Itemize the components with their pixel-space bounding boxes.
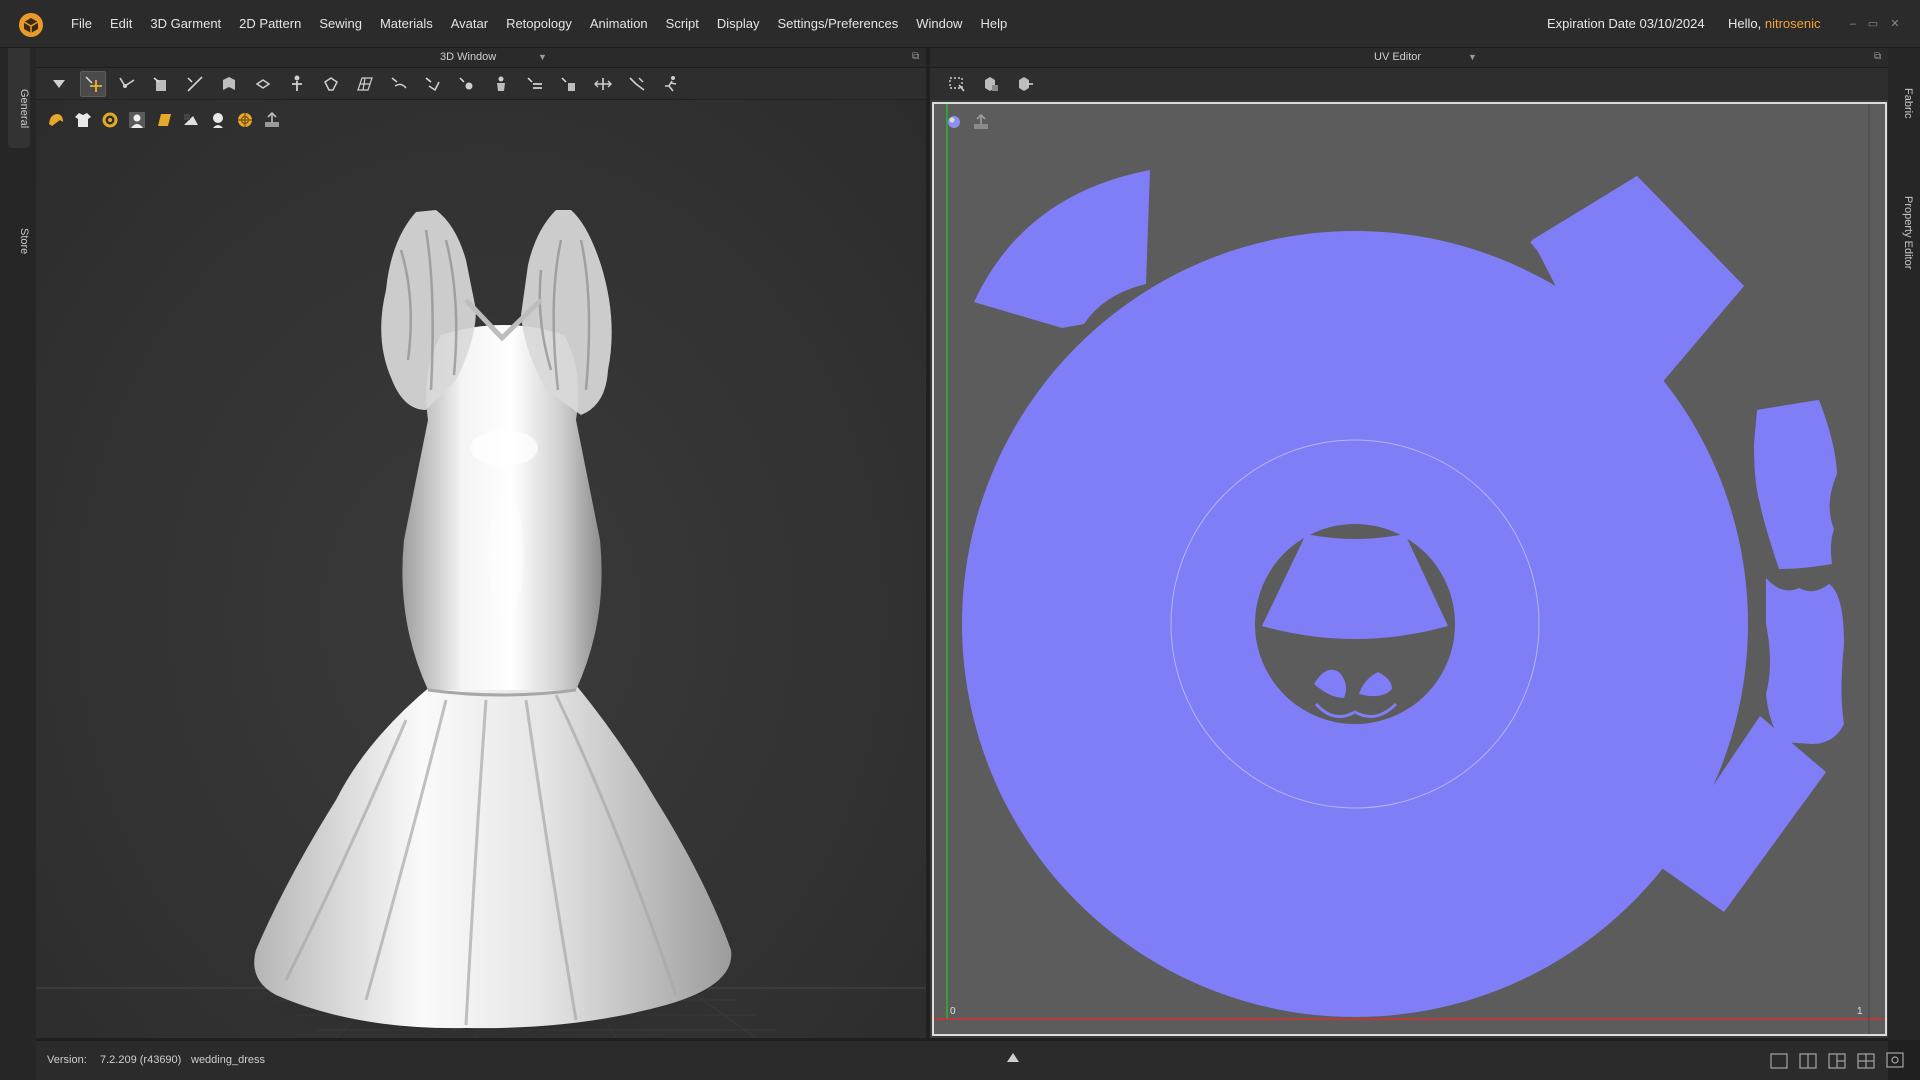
version-label: Version: [47,1054,87,1066]
minimize-button[interactable]: – [1846,18,1860,30]
3d-window-popout-icon[interactable]: ⧉ [912,51,919,62]
fold-arrange-icon[interactable] [590,71,616,97]
menu-3d-garment[interactable]: 3D Garment [141,0,230,48]
avatar-measure-icon[interactable] [284,71,310,97]
uv-editor-popout-icon[interactable]: ⧉ [1874,51,1881,62]
button-icon[interactable] [454,71,480,97]
uv-arrange-icon[interactable] [1012,71,1038,97]
screenshot-icon[interactable] [1886,1052,1904,1068]
menu-settings[interactable]: Settings/Preferences [769,0,908,48]
uv-axis-end-label: 1 [1857,1006,1863,1017]
expand-up-icon[interactable] [1006,1051,1020,1063]
status-bar: Version: 7.2.209 (r43690) wedding_dress [36,1040,1888,1080]
strap-icon[interactable] [624,71,650,97]
select-mesh-icon[interactable] [46,71,72,97]
topstitch-icon[interactable] [488,71,514,97]
app-logo-icon[interactable] [18,12,44,38]
menu-materials[interactable]: Materials [371,0,442,48]
uv-toolbar [930,68,1888,100]
close-button[interactable]: ✕ [1888,18,1902,30]
greeting-prefix: Hello, [1728,16,1765,31]
layout-quad-icon[interactable] [1857,1053,1875,1069]
uv-select-icon[interactable] [944,71,970,97]
puckering-icon[interactable] [522,71,548,97]
pin-icon[interactable] [250,71,276,97]
select-move-icon[interactable] [80,70,106,97]
left-tab-strip: General Store [0,48,36,1080]
menu-display[interactable]: Display [708,0,769,48]
uv-bodice-front [1766,578,1844,744]
fitting-icon[interactable] [318,71,344,97]
right-tab-strip: Fabric Property Editor [1888,48,1920,1040]
trim-icon[interactable] [556,71,582,97]
user-greeting: Hello, nitrosenic [1728,0,1821,48]
expiration-date: Expiration Date 03/10/2024 [1547,16,1705,31]
menu-file[interactable]: File [62,0,101,48]
3d-window-title: 3D Window [440,51,497,63]
dress-skirt [254,685,732,1029]
uv-editor-header: UV Editor ▼ ⧉ [930,48,1888,68]
tab-fabric[interactable]: Fabric [1894,88,1914,119]
menu-edit[interactable]: Edit [101,0,141,48]
menu-bar: File Edit 3D Garment 2D Pattern Sewing M… [0,0,1920,48]
menu-window[interactable]: Window [907,0,971,48]
uv-transform-icon[interactable] [978,71,1004,97]
user-name-link[interactable]: nitrosenic [1765,16,1821,31]
uv-editor-panel: UV Editor ▼ ⧉ 0 1 [930,48,1888,1038]
sewing-icon[interactable] [420,71,446,97]
3d-viewport[interactable] [36,100,926,1038]
uv-sleeve-piece-1 [974,170,1150,328]
straight-line-icon[interactable] [182,71,208,97]
version-value: 7.2.209 (r43690) [100,1054,182,1066]
menu-sewing[interactable]: Sewing [310,0,371,48]
restore-button[interactable]: ▭ [1866,18,1880,30]
menu-help[interactable]: Help [971,0,1016,48]
uv-axis-origin-label: 0 [950,1006,956,1017]
tab-store[interactable]: Store [8,148,30,254]
3d-window-dropdown-icon[interactable]: ▼ [538,52,547,62]
3d-window-header: 3D Window ▼ ⧉ [36,48,926,68]
animation-icon[interactable] [658,71,684,97]
uv-viewport[interactable]: 0 1 [932,102,1887,1036]
tab-general[interactable]: General [8,48,30,148]
menu-animation[interactable]: Animation [581,0,657,48]
uv-layout: 0 1 [934,104,1885,1034]
uv-editor-dropdown-icon[interactable]: ▼ [1468,52,1477,62]
main-menu: File Edit 3D Garment 2D Pattern Sewing M… [62,0,1016,48]
3d-window-panel: 3D Window ▼ ⧉ [36,48,926,1038]
tab-property-editor[interactable]: Property Editor [1894,196,1914,269]
menu-avatar[interactable]: Avatar [442,0,497,48]
transform-icon[interactable] [114,71,140,97]
file-name: wedding_dress [191,1054,265,1066]
uv-bodice-back [1754,400,1837,569]
3d-toolbar [36,68,926,100]
menu-script[interactable]: Script [657,0,708,48]
menu-2d-pattern[interactable]: 2D Pattern [230,0,310,48]
layout-three-panel-icon[interactable] [1828,1053,1846,1069]
layout-single-icon[interactable] [1770,1053,1788,1069]
3d-scene [36,210,926,1038]
grid-icon[interactable] [352,71,378,97]
fold-icon[interactable] [216,71,242,97]
uv-editor-title: UV Editor [1374,51,1422,63]
style-line-icon[interactable] [386,71,412,97]
layout-split-vertical-icon[interactable] [1799,1053,1817,1069]
edit-point-icon[interactable] [148,71,174,97]
menu-retopology[interactable]: Retopology [497,0,581,48]
